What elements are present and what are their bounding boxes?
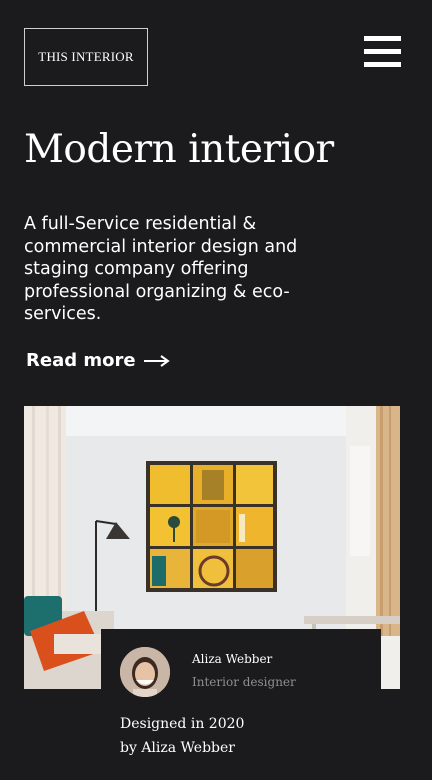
read-more-link[interactable]: Read more — [26, 350, 170, 371]
design-year: Designed in 2020 — [120, 716, 245, 732]
page-title: Modern interior — [24, 127, 334, 172]
designer-card: Aliza Webber Interior designer Designed … — [101, 629, 381, 780]
design-author: by Aliza Webber — [120, 740, 235, 756]
logo[interactable]: THIS INTERIOR — [24, 28, 148, 86]
hamburger-menu-icon[interactable] — [364, 36, 401, 67]
hero-description: A full-Service residential & commercial … — [24, 214, 298, 324]
designer-role: Interior designer — [192, 675, 296, 689]
logo-text: THIS INTERIOR — [38, 49, 134, 64]
avatar[interactable] — [120, 647, 170, 697]
read-more-label: Read more — [26, 350, 136, 371]
designer-name: Aliza Webber — [192, 652, 273, 666]
arrow-right-icon — [143, 354, 170, 367]
design-credit: Designed in 2020 by Aliza Webber — [120, 712, 370, 760]
